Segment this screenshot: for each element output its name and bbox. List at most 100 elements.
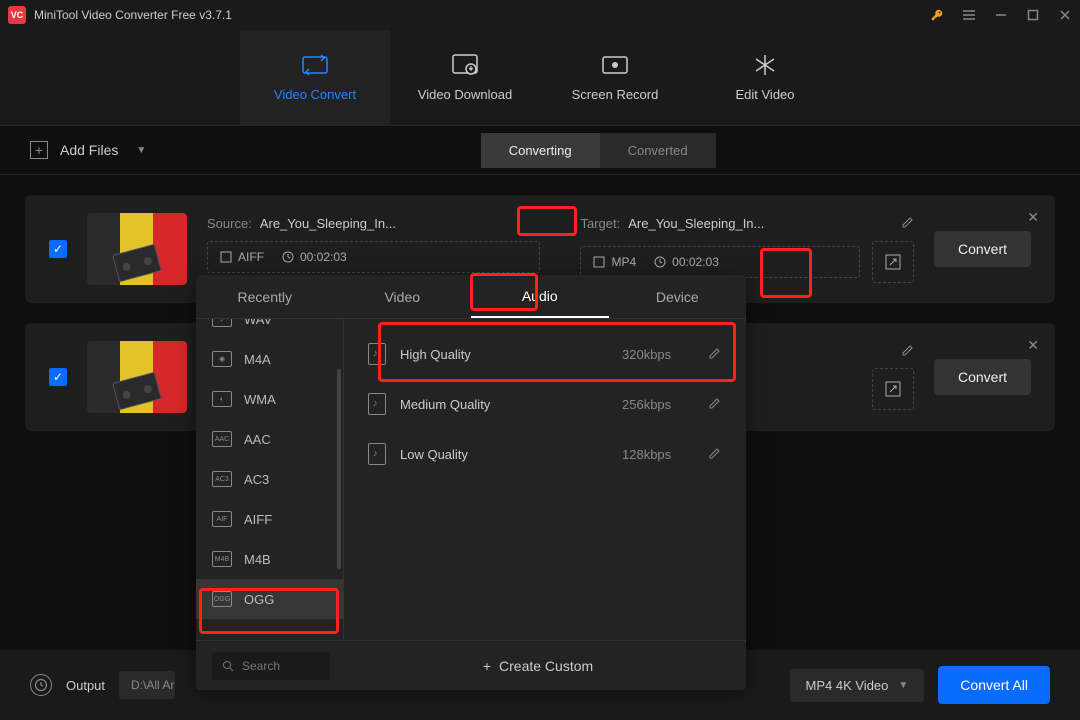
dropdown-tabs: Recently Video Audio Device — [196, 275, 746, 319]
edit-icon[interactable] — [900, 216, 914, 230]
titlebar-right — [930, 8, 1072, 22]
converting-tab[interactable]: Converting — [481, 133, 600, 168]
quality-rate: 320kbps — [622, 347, 692, 362]
target-meta: MP4 00:02:03 — [580, 246, 859, 278]
main-tabs: Video Convert Video Download Screen Reco… — [0, 30, 1080, 125]
file-icon — [220, 251, 232, 263]
create-custom-button[interactable]: + Create Custom — [330, 658, 746, 674]
target-column: Target: Are_You_Sleeping_In... MP4 00:02… — [580, 216, 913, 283]
add-files-label: Add Files — [60, 142, 118, 158]
tab-screen-record[interactable]: Screen Record — [540, 30, 690, 125]
chevron-down-icon: ▼ — [898, 680, 908, 691]
format-m4b[interactable]: M4B M4B — [196, 539, 343, 579]
target-settings-button[interactable] — [872, 241, 914, 283]
tab-edit-video[interactable]: Edit Video — [690, 30, 840, 125]
quality-low[interactable]: Low Quality 128kbps — [344, 429, 746, 479]
close-icon[interactable] — [1058, 8, 1072, 22]
format-icon: ◐ — [212, 391, 232, 407]
minimize-icon[interactable] — [994, 8, 1008, 22]
edit-icon[interactable] — [706, 347, 722, 361]
remove-file-button[interactable]: ✕ — [1027, 337, 1039, 354]
chevron-down-icon: ▼ — [136, 145, 146, 156]
quality-label: Low Quality — [400, 447, 608, 462]
format-label: AC3 — [244, 472, 269, 487]
target-settings-button[interactable] — [872, 368, 914, 410]
file-info: Source: Are_You_Sleeping_In... AIFF 00:0… — [207, 216, 914, 283]
tab-recently[interactable]: Recently — [196, 275, 334, 318]
file-icon — [593, 256, 605, 268]
search-icon — [222, 660, 234, 672]
scrollbar[interactable] — [337, 369, 341, 569]
format-label: AIFF — [244, 512, 272, 527]
bottom-right: MP4 4K Video ▼ Convert All — [790, 666, 1050, 704]
edit-icon[interactable] — [900, 344, 914, 358]
tab-label: Screen Record — [572, 87, 659, 102]
schedule-icon[interactable] — [30, 674, 52, 696]
edit-icon[interactable] — [706, 447, 722, 461]
format-label: M4A — [244, 352, 271, 367]
source-filename: Are_You_Sleeping_In... — [260, 216, 396, 231]
tab-audio[interactable]: Audio — [471, 275, 609, 318]
convert-button[interactable]: Convert — [934, 359, 1031, 395]
dropdown-footer: Search + Create Custom — [196, 640, 746, 690]
download-icon — [449, 53, 481, 77]
output-label: Output — [66, 678, 105, 693]
tab-label: Video Convert — [274, 87, 356, 102]
tab-video-download[interactable]: Video Download — [390, 30, 540, 125]
format-label: AAC — [244, 432, 271, 447]
target-label: Target: — [580, 216, 620, 231]
file-checkbox[interactable]: ✓ — [49, 240, 67, 258]
format-ac3[interactable]: AC3 AC3 — [196, 459, 343, 499]
format-sidebar[interactable]: ♪ WAV ◉ M4A ◐ WMA AAC AAC AC3 AC3 AIF AI… — [196, 319, 344, 640]
search-placeholder: Search — [242, 659, 280, 673]
app-logo: VC — [8, 6, 26, 24]
format-m4a[interactable]: ◉ M4A — [196, 339, 343, 379]
clock-icon — [654, 256, 666, 268]
remove-file-button[interactable]: ✕ — [1027, 209, 1039, 226]
format-aiff[interactable]: AIF AIFF — [196, 499, 343, 539]
converted-tab[interactable]: Converted — [600, 133, 716, 168]
quality-medium[interactable]: Medium Quality 256kbps — [344, 379, 746, 429]
format-wma[interactable]: ◐ WMA — [196, 379, 343, 419]
edit-icon[interactable] — [706, 397, 722, 411]
convert-icon — [299, 53, 331, 77]
titlebar-left: VC MiniTool Video Converter Free v3.7.1 — [8, 6, 232, 24]
source-meta: AIFF 00:02:03 — [207, 241, 540, 273]
format-icon: ♪ — [212, 319, 232, 327]
format-icon: ◉ — [212, 351, 232, 367]
format-wav[interactable]: ♪ WAV — [196, 319, 343, 339]
add-files-button[interactable]: + Add Files ▼ — [30, 141, 146, 159]
target-duration: 00:02:03 — [654, 255, 719, 269]
file-checkbox[interactable]: ✓ — [49, 368, 67, 386]
output-format-select[interactable]: MP4 4K Video ▼ — [790, 669, 925, 702]
format-label: MP4 4K Video — [806, 678, 889, 693]
maximize-icon[interactable] — [1026, 8, 1040, 22]
file-thumbnail — [87, 213, 187, 285]
menu-icon[interactable] — [962, 8, 976, 22]
target-filename: Are_You_Sleeping_In... — [628, 216, 764, 231]
quality-high[interactable]: High Quality 320kbps — [344, 329, 746, 379]
tab-video-convert[interactable]: Video Convert — [240, 30, 390, 125]
tab-device[interactable]: Device — [609, 275, 747, 318]
source-column: Source: Are_You_Sleeping_In... AIFF 00:0… — [207, 216, 540, 283]
create-custom-label: Create Custom — [499, 658, 593, 674]
key-icon[interactable] — [930, 8, 944, 22]
quality-label: Medium Quality — [400, 397, 608, 412]
convert-all-button[interactable]: Convert All — [938, 666, 1050, 704]
format-icon: M4B — [212, 551, 232, 567]
audio-file-icon — [368, 443, 386, 465]
tab-label: Edit Video — [735, 87, 794, 102]
quality-rate: 128kbps — [622, 447, 692, 462]
target-format: MP4 — [593, 255, 636, 269]
format-ogg[interactable]: OGG OGG — [196, 579, 343, 619]
dropdown-body: ♪ WAV ◉ M4A ◐ WMA AAC AAC AC3 AC3 AIF AI… — [196, 319, 746, 640]
source-format: AIFF — [220, 250, 264, 264]
output-path[interactable]: D:\All Ar — [119, 671, 175, 699]
format-aac[interactable]: AAC AAC — [196, 419, 343, 459]
quality-list: High Quality 320kbps Medium Quality 256k… — [344, 319, 746, 640]
tab-video[interactable]: Video — [334, 275, 472, 318]
toolbar: + Add Files ▼ Converting Converted — [0, 125, 1080, 175]
convert-button[interactable]: Convert — [934, 231, 1031, 267]
search-input[interactable]: Search — [212, 652, 330, 680]
format-icon: AAC — [212, 431, 232, 447]
